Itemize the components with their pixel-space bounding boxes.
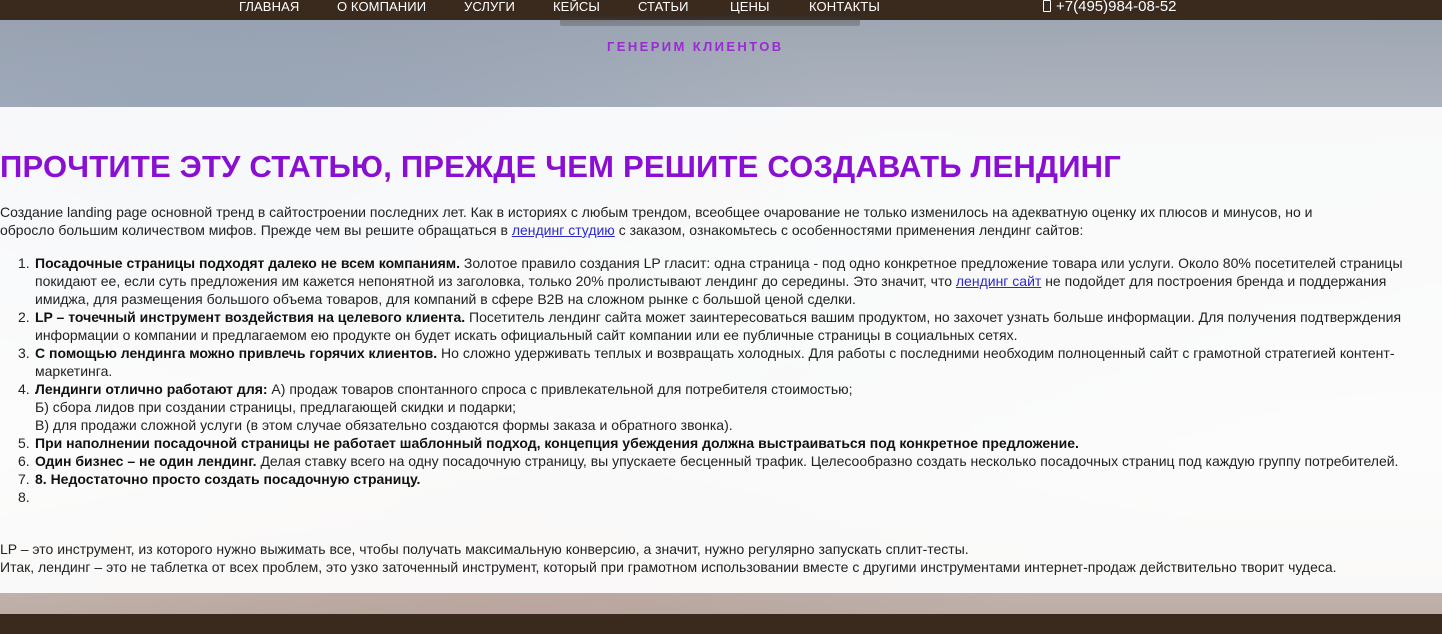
list-number: 3. [18,345,30,361]
list-item: 1. Посадочные страницы подходят далеко н… [18,254,1415,308]
nav-item-articles[interactable]: СТАТЬИ [638,0,689,14]
list-item-text: А) продаж товаров спонтанного спроса с п… [267,381,853,397]
list-item-text: Б) сбора лидов при создании страницы, пр… [35,399,517,415]
nav-item-services[interactable]: УСЛУГИ [464,0,515,14]
list-item-heading: 8. Недостаточно просто создать посадочну… [35,471,421,487]
list-item: 5. При наполнении посадочной страницы не… [18,434,1415,452]
list-number: 5. [18,435,30,451]
list-item: 7. 8. Недостаточно просто создать посадо… [18,470,1415,488]
nav-item-home[interactable]: ГЛАВНАЯ [239,0,299,14]
list-number: 8. [18,489,30,505]
logo[interactable] [560,14,860,26]
phone-icon [1043,0,1051,12]
list-item-heading: При наполнении посадочной страницы не ра… [35,435,1079,451]
list-number: 7. [18,471,30,487]
list-item-heading: Лендинги отлично работают для: [35,381,268,397]
article-panel: ПРОЧТИТЕ ЭТУ СТАТЬЮ, ПРЕЖДЕ ЧЕМ РЕШИТЕ С… [0,107,1442,593]
article-outro-2: Итак, лендинг – это не таблетка от всех … [0,559,1337,575]
list-item-heading: Один бизнес – не один лендинг. [35,453,257,469]
list-number: 4. [18,381,30,397]
intro-text-2: обросло большим количеством мифов. Прежд… [0,222,512,238]
phone-text: +7(495)984-08-52 [1056,0,1177,15]
article-outro-1: LP – это инструмент, из которого нужно в… [0,541,969,557]
intro-text-1: Создание landing page основной тренд в с… [0,204,1313,220]
list-number: 2. [18,309,30,325]
footer-bar [0,614,1442,634]
list-item-heading: LP – точечный инструмент воздействия на … [35,309,466,325]
intro-text-3: с заказом, ознакомьтесь с особенностями … [614,222,1084,238]
list-item: 8. [18,488,1415,506]
site-tagline: ГЕНЕРИМ КЛИЕНТОВ [607,39,784,54]
list-number: 6. [18,453,30,469]
phone-number[interactable]: +7(495)984-08-52 [1043,0,1177,14]
list-number: 1. [18,255,30,271]
list-item: 2. LP – точечный инструмент воздействия … [18,308,1415,344]
list-item: 4. Лендинги отлично работают для: А) про… [18,380,1415,434]
landing-site-link[interactable]: лендинг сайт [956,273,1041,289]
nav-item-cases[interactable]: КЕЙСЫ [553,0,600,14]
nav-item-prices[interactable]: ЦЕНЫ [730,0,770,14]
article-list: 1. Посадочные страницы подходят далеко н… [18,254,1415,506]
landing-studio-link[interactable]: лендинг студию [512,222,615,238]
list-item-text: Делая ставку всего на одну посадочную ст… [256,453,1399,469]
list-item: 3. С помощью лендинга можно привлечь гор… [18,344,1415,380]
list-item-heading: Посадочные страницы подходят далеко не в… [35,255,461,271]
article-intro: Создание landing page основной тренд в с… [0,203,1400,239]
nav-item-contacts[interactable]: КОНТАКТЫ [809,0,880,14]
article-title: ПРОЧТИТЕ ЭТУ СТАТЬЮ, ПРЕЖДЕ ЧЕМ РЕШИТЕ С… [0,149,1122,184]
nav-item-about[interactable]: О КОМПАНИИ [337,0,426,14]
list-item-text: В) для продажи сложной услуги (в этом сл… [35,417,733,433]
list-item-heading: С помощью лендинга можно привлечь горячи… [35,345,438,361]
list-item: 6. Один бизнес – не один лендинг. Делая … [18,452,1415,470]
